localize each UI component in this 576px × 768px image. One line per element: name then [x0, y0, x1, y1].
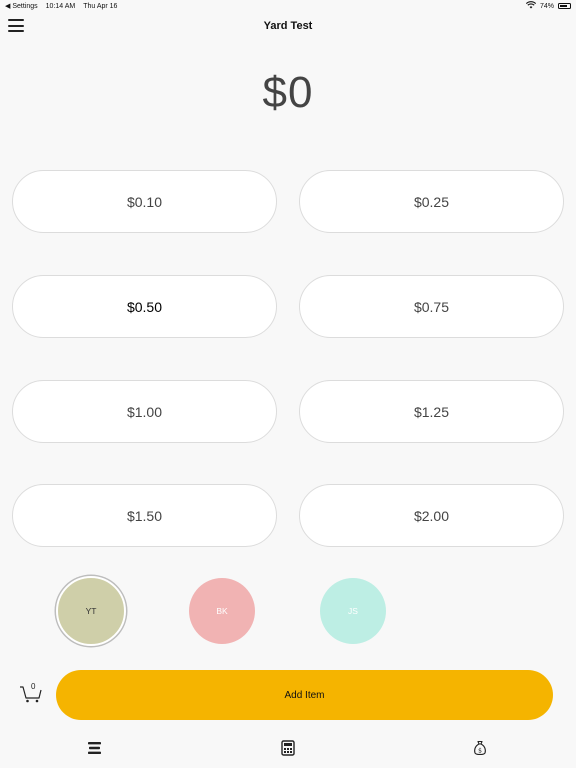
- seller-avatar[interactable]: BK: [189, 578, 255, 644]
- battery-icon: [558, 3, 571, 9]
- svg-text:$: $: [478, 748, 482, 755]
- back-to-settings[interactable]: ◀ Settings: [5, 2, 38, 10]
- price-button[interactable]: $2.00: [299, 484, 564, 547]
- seller-initials: JS: [348, 606, 358, 616]
- price-button[interactable]: $0.75: [299, 275, 564, 338]
- price-button[interactable]: $0.10: [12, 170, 277, 233]
- price-button[interactable]: $0.50: [12, 275, 277, 338]
- price-button[interactable]: $0.25: [299, 170, 564, 233]
- page-title: Yard Test: [263, 20, 313, 32]
- seller-initials: BK: [216, 606, 228, 616]
- pos-screen: ◀ Settings 10:14 AM Thu Apr 16 74% Yard …: [0, 0, 576, 768]
- status-bar: ◀ Settings 10:14 AM Thu Apr 16 74%: [0, 0, 576, 12]
- seller-avatar[interactable]: JS: [320, 578, 386, 644]
- calculator-icon[interactable]: [280, 740, 296, 756]
- price-button[interactable]: $1.25: [299, 380, 564, 443]
- add-item-button[interactable]: Add Item: [56, 670, 553, 720]
- cart-count: 0: [31, 682, 36, 691]
- list-icon[interactable]: [87, 740, 103, 756]
- seller-initials: YT: [85, 606, 97, 616]
- seller-avatar[interactable]: YT: [56, 576, 126, 646]
- battery-percent: 74%: [539, 2, 554, 10]
- status-date: Thu Apr 16: [83, 2, 118, 10]
- cart-icon[interactable]: 0: [19, 682, 43, 704]
- wifi-icon: [525, 1, 537, 11]
- price-button[interactable]: $1.50: [12, 484, 277, 547]
- total-amount: $0: [262, 68, 314, 117]
- status-time: 10:14 AM: [45, 2, 76, 10]
- money-bag-icon[interactable]: $: [472, 740, 488, 756]
- price-button[interactable]: $1.00: [12, 380, 277, 443]
